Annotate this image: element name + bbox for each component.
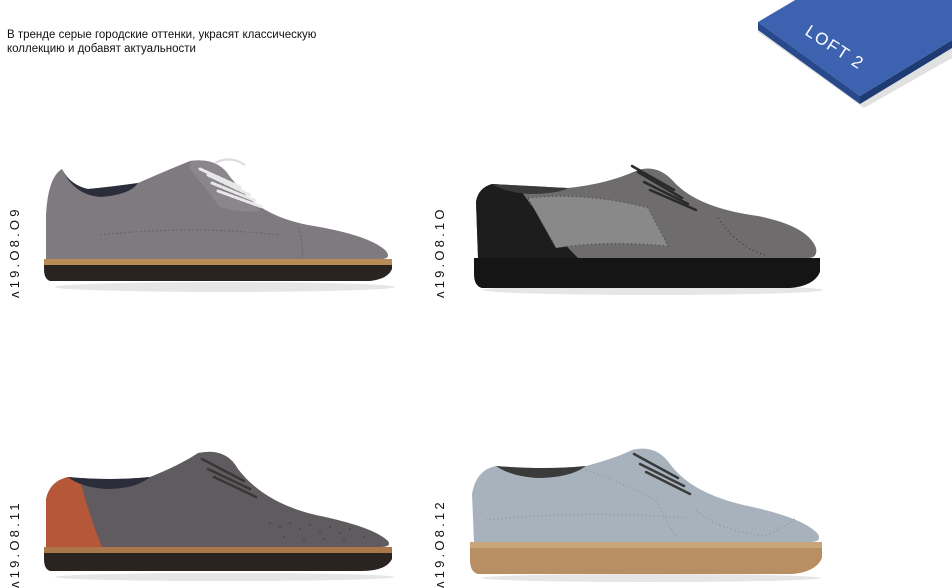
intro-line-1: В тренде серые городские оттенки, украся… — [7, 29, 317, 41]
product-image-2 — [474, 164, 823, 295]
product-image-1 — [44, 158, 395, 292]
product-image-3 — [44, 451, 395, 581]
intro-text: В тренде серые городские оттенки, украся… — [7, 28, 367, 56]
intro-line-2: коллекцию и добавят актуальности — [7, 43, 196, 55]
product-image-4 — [470, 448, 822, 582]
loft-badge: LOFT 2 — [758, 0, 952, 108]
